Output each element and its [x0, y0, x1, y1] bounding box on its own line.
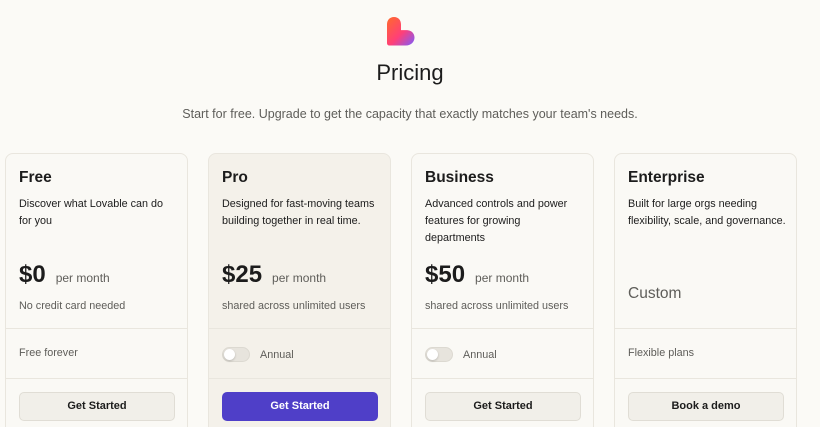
divider — [209, 378, 390, 379]
book-demo-button[interactable]: Book a demo — [628, 392, 784, 421]
toggle-knob — [427, 349, 438, 360]
plan-footer-text: Flexible plans — [628, 347, 695, 359]
plan-price-row: $25 per month — [222, 261, 326, 289]
plan-description: Discover what Lovable can do for you — [19, 198, 164, 227]
get-started-button-free[interactable]: Get Started — [19, 392, 175, 421]
plan-name: Pro — [222, 169, 248, 186]
divider — [6, 328, 187, 329]
divider — [6, 378, 187, 379]
plan-period: per month — [475, 271, 530, 285]
page-subtitle: Start for free. Upgrade to get the capac… — [182, 107, 638, 121]
plan-period: per month — [55, 271, 110, 285]
plan-card-business: Business Advanced controls and power fea… — [411, 153, 594, 427]
get-started-button-pro[interactable]: Get Started — [222, 392, 378, 421]
plan-card-free: Free Discover what Lovable can do for yo… — [5, 153, 188, 427]
page-title: Pricing — [376, 60, 444, 85]
heart-logo-icon — [387, 17, 415, 46]
plan-footer-text: Free forever — [19, 347, 78, 359]
divider — [412, 378, 593, 379]
plan-name: Enterprise — [628, 169, 705, 186]
annual-toggle[interactable] — [425, 347, 453, 362]
divider — [209, 328, 390, 329]
plan-note: No credit card needed — [19, 300, 126, 312]
plan-note: shared across unlimited users — [425, 300, 569, 312]
plan-name: Free — [19, 169, 52, 186]
annual-toggle[interactable] — [222, 347, 250, 362]
annual-toggle-row: Annual — [222, 347, 294, 362]
divider — [615, 328, 796, 329]
plan-card-enterprise: Enterprise Built for large orgs needing … — [614, 153, 797, 427]
plan-note: shared across unlimited users — [222, 300, 366, 312]
plan-price: $25 — [222, 261, 263, 288]
divider — [412, 328, 593, 329]
toggle-knob — [224, 349, 235, 360]
plan-card-pro: Pro Designed for fast-moving teams build… — [208, 153, 391, 427]
annual-toggle-label: Annual — [260, 348, 294, 361]
plan-price: $0 — [19, 261, 46, 288]
plan-description: Advanced controls and power features for… — [425, 198, 568, 244]
annual-toggle-label: Annual — [463, 348, 497, 361]
plan-description: Designed for fast-moving teams building … — [222, 198, 375, 227]
annual-toggle-row: Annual — [425, 347, 497, 362]
plan-description: Built for large orgs needing flexibility… — [628, 198, 786, 227]
plan-price: $50 — [425, 261, 466, 288]
plan-name: Business — [425, 169, 494, 186]
plan-price-row: $0 per month — [19, 261, 110, 289]
plan-custom-price: Custom — [628, 285, 682, 302]
divider — [615, 378, 796, 379]
plan-period: per month — [272, 271, 327, 285]
plan-price-row: $50 per month — [425, 261, 529, 289]
get-started-button-business[interactable]: Get Started — [425, 392, 581, 421]
